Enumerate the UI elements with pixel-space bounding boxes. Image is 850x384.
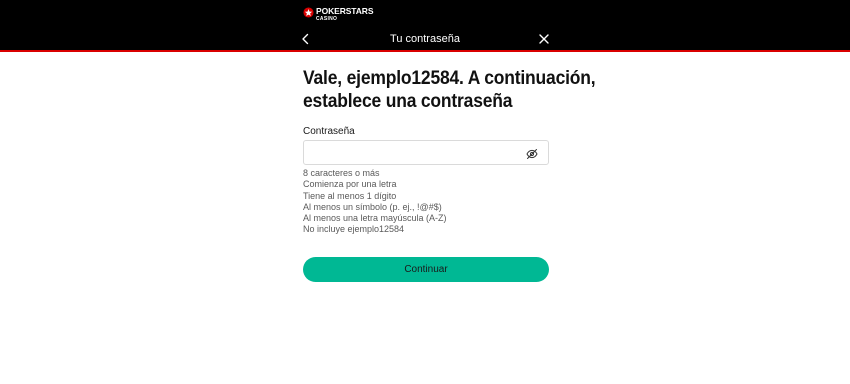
page-heading: Vale, ejemplo12584. A continuación, esta… bbox=[303, 67, 596, 113]
logo-text: POKERSTARS bbox=[316, 6, 374, 16]
requirement-item: 8 caracteres o más bbox=[303, 168, 380, 178]
requirement-item: Al menos una letra mayúscula (A-Z) bbox=[303, 213, 447, 224]
header-accent-line bbox=[0, 50, 850, 52]
pokerstars-casino-logo: POKERSTARS CASINO bbox=[303, 6, 374, 22]
continue-button[interactable]: Continuar bbox=[303, 257, 549, 282]
eye-off-icon bbox=[526, 149, 538, 159]
spade-star-icon bbox=[303, 7, 314, 18]
header-title: Tu contraseña bbox=[390, 33, 460, 45]
password-label: Contraseña bbox=[303, 126, 355, 137]
heading-line-2: establece una contraseña bbox=[303, 91, 513, 112]
close-button[interactable] bbox=[537, 32, 551, 46]
toggle-password-visibility-button[interactable] bbox=[526, 147, 538, 159]
close-icon bbox=[539, 34, 549, 44]
password-input[interactable] bbox=[304, 141, 519, 164]
requirement-item: Tiene al menos 1 dígito bbox=[303, 190, 397, 201]
requirement-item: Comienza por una letra bbox=[303, 179, 397, 190]
requirement-item: No incluye ejemplo12584 bbox=[303, 224, 405, 235]
password-field-wrapper bbox=[303, 140, 549, 165]
heading-line-1: Vale, ejemplo12584. A continuación, bbox=[303, 68, 596, 89]
requirement-item: Al menos un símbolo (p. ej., !@#$) bbox=[303, 201, 442, 212]
logo-subtext: CASINO bbox=[316, 15, 338, 22]
password-requirements: 8 caracteres o más Comienza por una letr… bbox=[303, 168, 447, 236]
